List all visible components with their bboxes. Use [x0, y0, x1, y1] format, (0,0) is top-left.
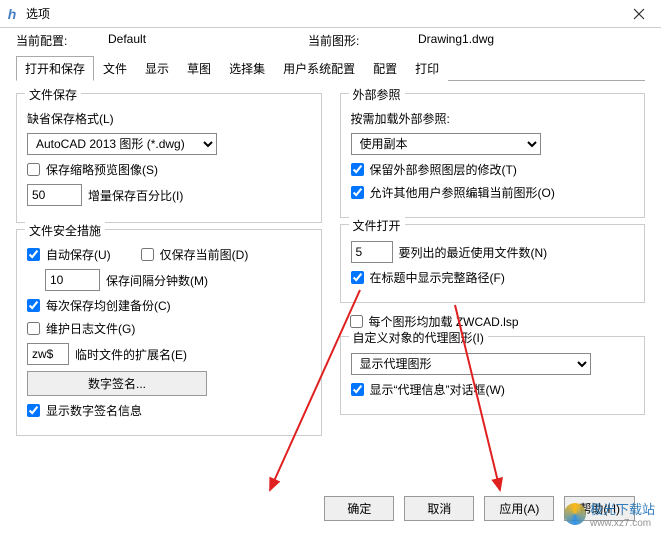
xref-group: 外部参照 按需加载外部参照: 使用副本 保留外部参照图层的修改(T) 允许其他用… — [340, 93, 646, 218]
autosave-checkbox[interactable] — [27, 248, 40, 261]
interval-input[interactable] — [45, 269, 100, 291]
show-sig-checkbox[interactable] — [27, 404, 40, 417]
save-format-select[interactable]: AutoCAD 2013 图形 (*.dwg) — [27, 133, 217, 155]
incr-save-label: 增量保存百分比(I) — [88, 187, 183, 204]
proxy-info-label: 显示“代理信息”对话框(W) — [370, 381, 505, 398]
tab-selection[interactable]: 选择集 — [220, 56, 274, 81]
file-safety-group: 文件安全措施 自动保存(U) 仅保存当前图(D) 保存间隔分钟数(M) 每次保存… — [16, 229, 322, 436]
close-icon — [633, 8, 645, 20]
fullpath-label: 在标题中显示完整路径(F) — [370, 269, 505, 286]
ok-button[interactable]: 确定 — [324, 496, 394, 521]
fullpath-checkbox[interactable] — [351, 271, 364, 284]
app-icon: h — [4, 6, 20, 22]
log-label: 维护日志文件(G) — [46, 320, 135, 337]
recent-files-input[interactable] — [351, 241, 393, 263]
proxy-group: 自定义对象的代理图形(I) 显示代理图形 显示“代理信息”对话框(W) — [340, 336, 646, 415]
backup-checkbox[interactable] — [27, 299, 40, 312]
watermark: 极光下载站 www.xz7.com — [564, 499, 655, 529]
file-safety-legend: 文件安全措施 — [25, 222, 105, 239]
watermark-logo-icon — [564, 503, 586, 525]
current-drawing-label: 当前图形: — [308, 32, 418, 49]
thumbnail-label: 保存缩略预览图像(S) — [46, 161, 158, 178]
autosave-label: 自动保存(U) — [46, 246, 111, 263]
file-open-legend: 文件打开 — [349, 217, 405, 234]
interval-label: 保存间隔分钟数(M) — [106, 272, 208, 289]
current-drawing-value: Drawing1.dwg — [418, 32, 494, 49]
incr-save-input[interactable] — [27, 184, 82, 206]
close-button[interactable] — [621, 0, 657, 28]
file-open-group: 文件打开 要列出的最近使用文件数(N) 在标题中显示完整路径(F) — [340, 224, 646, 303]
xref-retain-label: 保留外部参照图层的修改(T) — [370, 161, 517, 178]
log-checkbox[interactable] — [27, 322, 40, 335]
show-sig-label: 显示数字签名信息 — [46, 402, 142, 419]
xref-load-select[interactable]: 使用副本 — [351, 133, 541, 155]
apply-button[interactable]: 应用(A) — [484, 496, 554, 521]
window-title: 选项 — [26, 5, 621, 22]
recent-files-label: 要列出的最近使用文件数(N) — [399, 244, 548, 261]
xref-load-label: 按需加载外部参照: — [351, 110, 450, 127]
xref-edit-label: 允许其他用户参照编辑当前图形(O) — [370, 184, 555, 201]
tab-files[interactable]: 文件 — [94, 56, 136, 81]
temp-ext-label: 临时文件的扩展名(E) — [75, 346, 187, 363]
tab-print[interactable]: 打印 — [406, 56, 448, 81]
watermark-url: www.xz7.com — [590, 518, 655, 529]
tab-config[interactable]: 配置 — [364, 56, 406, 81]
watermark-name: 极光下载站 — [590, 499, 655, 518]
tab-display[interactable]: 显示 — [136, 56, 178, 81]
backup-label: 每次保存均创建备份(C) — [46, 297, 171, 314]
tab-user-config[interactable]: 用户系统配置 — [274, 56, 364, 81]
per-drawing-load-checkbox[interactable] — [350, 315, 363, 328]
tab-draft[interactable]: 草图 — [178, 56, 220, 81]
file-save-group: 文件保存 缺省保存格式(L) AutoCAD 2013 图形 (*.dwg) 保… — [16, 93, 322, 223]
xref-retain-checkbox[interactable] — [351, 163, 364, 176]
only-current-checkbox[interactable] — [141, 248, 154, 261]
xref-legend: 外部参照 — [349, 86, 405, 103]
cancel-button[interactable]: 取消 — [404, 496, 474, 521]
current-config-label: 当前配置: — [16, 32, 108, 49]
thumbnail-checkbox[interactable] — [27, 163, 40, 176]
current-config-value: Default — [108, 32, 308, 49]
xref-edit-checkbox[interactable] — [351, 186, 364, 199]
tab-open-save[interactable]: 打开和保存 — [16, 56, 94, 81]
proxy-select[interactable]: 显示代理图形 — [351, 353, 591, 375]
proxy-info-checkbox[interactable] — [351, 383, 364, 396]
only-current-label: 仅保存当前图(D) — [160, 246, 249, 263]
signature-button[interactable]: 数字签名... — [27, 371, 207, 396]
per-drawing-load-label: 每个图形均加载 ZWCAD.lsp — [369, 313, 519, 330]
file-save-legend: 文件保存 — [25, 86, 81, 103]
temp-ext-input[interactable] — [27, 343, 69, 365]
proxy-legend: 自定义对象的代理图形(I) — [349, 329, 488, 346]
default-format-label: 缺省保存格式(L) — [27, 110, 114, 127]
